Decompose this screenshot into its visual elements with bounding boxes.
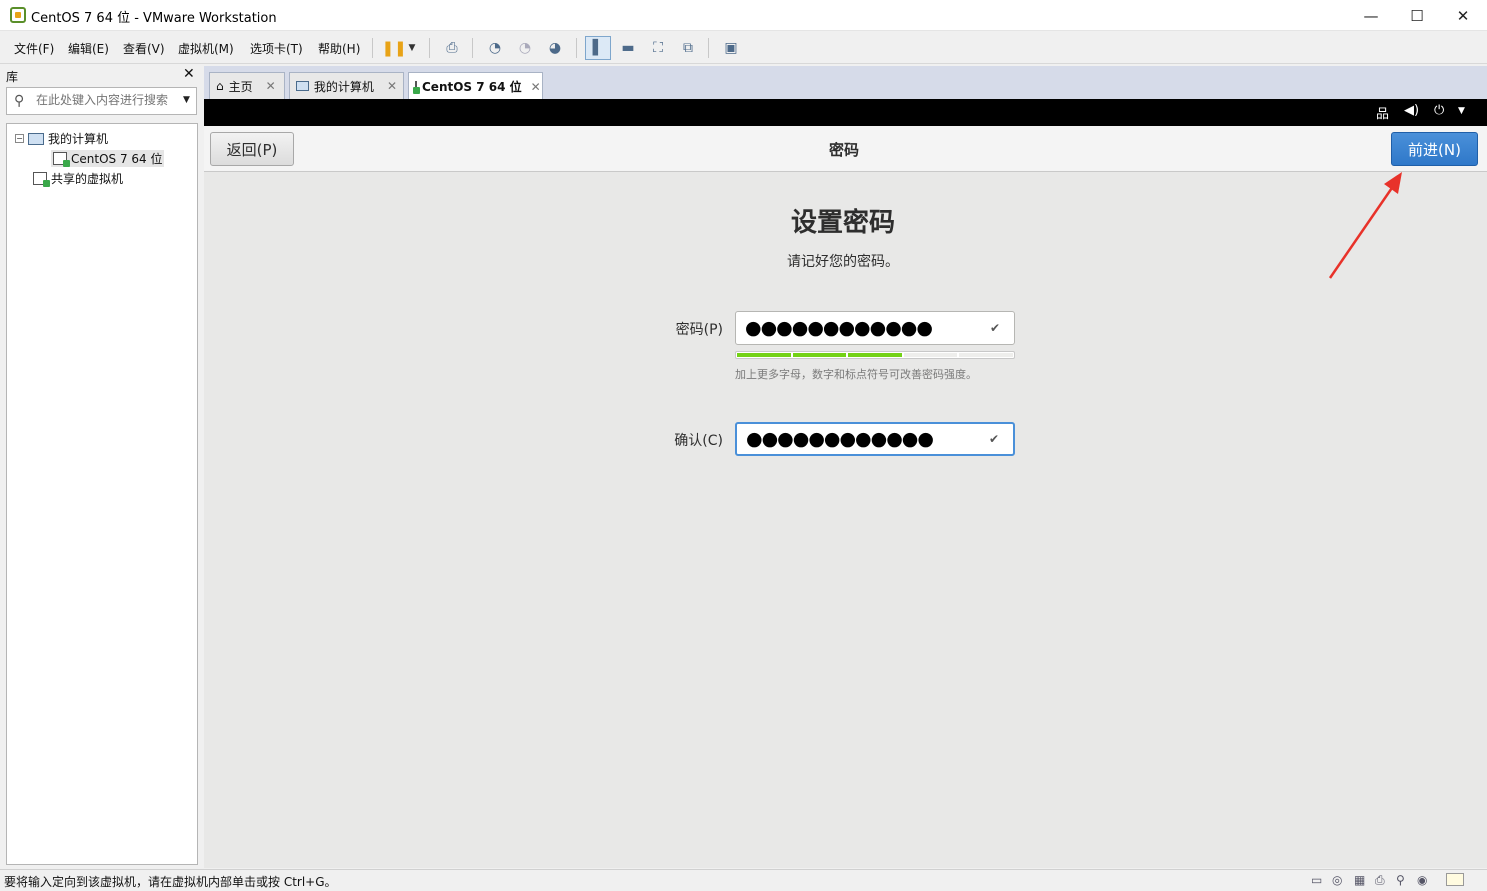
- hard-disk-icon[interactable]: ▭: [1311, 873, 1322, 887]
- tree-item-label: 共享的虚拟机: [51, 172, 124, 186]
- cd-dvd-icon[interactable]: ◎: [1332, 873, 1342, 887]
- menu-help[interactable]: 帮助(H): [318, 40, 360, 57]
- confirm-value: ●●●●●●●●●●●●: [746, 427, 934, 450]
- library-title: 库: [6, 70, 19, 84]
- library-tree: − 我的计算机 CentOS 7 64 位 共享的虚拟机: [6, 123, 198, 865]
- network-adapter-icon[interactable]: ▦: [1354, 873, 1365, 887]
- menu-vm[interactable]: 虚拟机(M): [178, 40, 234, 57]
- header-title: 密码: [828, 141, 859, 159]
- unity-icon[interactable]: ⧉: [675, 36, 701, 60]
- sound-card-icon[interactable]: ◉: [1417, 873, 1427, 887]
- search-icon: ⚲: [14, 93, 25, 109]
- tree-item-shared-vms[interactable]: 共享的虚拟机: [33, 170, 123, 187]
- window-title: CentOS 7 64 位 - VMware Workstation: [31, 11, 277, 26]
- power-icon[interactable]: ⏻: [1434, 103, 1444, 118]
- tab-close-icon[interactable]: ✕: [531, 80, 541, 94]
- library-close-icon[interactable]: ✕: [183, 66, 195, 82]
- menu-file[interactable]: 文件(F): [14, 40, 54, 57]
- next-button[interactable]: 前进(N): [1391, 132, 1478, 166]
- status-text: 要将输入定向到该虚拟机，请在虚拟机内部单击或按 Ctrl+G。: [4, 875, 337, 889]
- vmware-app-icon: [10, 7, 26, 23]
- network-icon[interactable]: 品: [1376, 103, 1389, 122]
- tree-item-label: CentOS 7 64 位: [71, 152, 163, 166]
- page-title: 设置密码: [790, 208, 895, 238]
- usb-icon[interactable]: ⚲: [1396, 873, 1405, 887]
- minimize-button[interactable]: —: [1348, 0, 1394, 31]
- thumbnail-bar-icon[interactable]: ▬: [615, 36, 641, 60]
- computer-icon: [296, 81, 309, 91]
- vm-icon: [413, 81, 420, 94]
- volume-icon[interactable]: ◀): [1404, 103, 1419, 118]
- confirm-label: 确认(C): [674, 433, 723, 449]
- back-button[interactable]: 返回(P): [210, 132, 294, 166]
- password-label: 密码(P): [675, 322, 723, 338]
- tab-home[interactable]: ⌂ 主页 ✕: [209, 72, 285, 99]
- checkmark-icon: ✔: [989, 432, 1000, 446]
- tree-item-centos-vm[interactable]: CentOS 7 64 位: [51, 150, 165, 167]
- send-ctrl-alt-del-icon[interactable]: ⎙: [439, 36, 465, 60]
- guest-top-panel: [204, 99, 1487, 126]
- confirm-password-field[interactable]: ●●●●●●●●●●●● ✔: [735, 422, 1015, 456]
- collapse-icon[interactable]: −: [15, 134, 24, 143]
- tree-item-my-computer[interactable]: − 我的计算机: [15, 130, 108, 147]
- maximize-button[interactable]: ☐: [1394, 0, 1440, 31]
- printer-icon[interactable]: ⎙: [1375, 873, 1385, 888]
- home-icon: ⌂: [216, 79, 224, 93]
- system-menu-dropdown-icon[interactable]: ▼: [1458, 106, 1465, 116]
- menu-edit[interactable]: 编辑(E): [68, 40, 109, 57]
- library-search-input[interactable]: [36, 93, 172, 107]
- menu-tabs[interactable]: 选项卡(T): [250, 40, 303, 57]
- snapshot-manager-icon[interactable]: ◕: [542, 36, 568, 60]
- tree-item-label: 我的计算机: [48, 132, 109, 146]
- pause-dropdown-icon[interactable]: ▼: [403, 36, 421, 60]
- password-strength-bar: [735, 351, 1015, 359]
- console-view-icon[interactable]: ▣: [718, 36, 744, 60]
- installer-content: [204, 172, 1487, 868]
- tab-my-computer[interactable]: 我的计算机 ✕: [289, 72, 404, 99]
- annotation-arrow: [1328, 172, 1402, 279]
- menu-view[interactable]: 查看(V): [123, 40, 165, 57]
- show-library-icon[interactable]: ▌: [585, 36, 611, 60]
- tab-close-icon[interactable]: ✕: [387, 79, 397, 93]
- snapshot-take-icon[interactable]: ◔: [482, 36, 508, 60]
- shared-vm-icon: [33, 172, 50, 187]
- tab-close-icon[interactable]: ✕: [266, 79, 276, 93]
- full-screen-icon[interactable]: ⛶: [645, 36, 671, 60]
- page-subtitle: 请记好您的密码。: [787, 254, 899, 270]
- snapshot-revert-icon[interactable]: ◔: [512, 36, 538, 60]
- computer-icon: [28, 132, 44, 145]
- search-dropdown-icon[interactable]: ▼: [183, 95, 190, 105]
- message-log-icon[interactable]: [1446, 873, 1464, 886]
- vm-icon: [53, 152, 70, 167]
- password-hint: 加上更多字母，数字和标点符号可改善密码强度。: [735, 368, 977, 381]
- password-field[interactable]: ●●●●●●●●●●●● ✔: [735, 311, 1015, 345]
- checkmark-icon: ✔: [990, 321, 1001, 335]
- close-button[interactable]: ✕: [1440, 0, 1486, 31]
- password-value: ●●●●●●●●●●●●: [745, 316, 933, 339]
- tab-centos-vm[interactable]: CentOS 7 64 位 ✕: [408, 72, 543, 100]
